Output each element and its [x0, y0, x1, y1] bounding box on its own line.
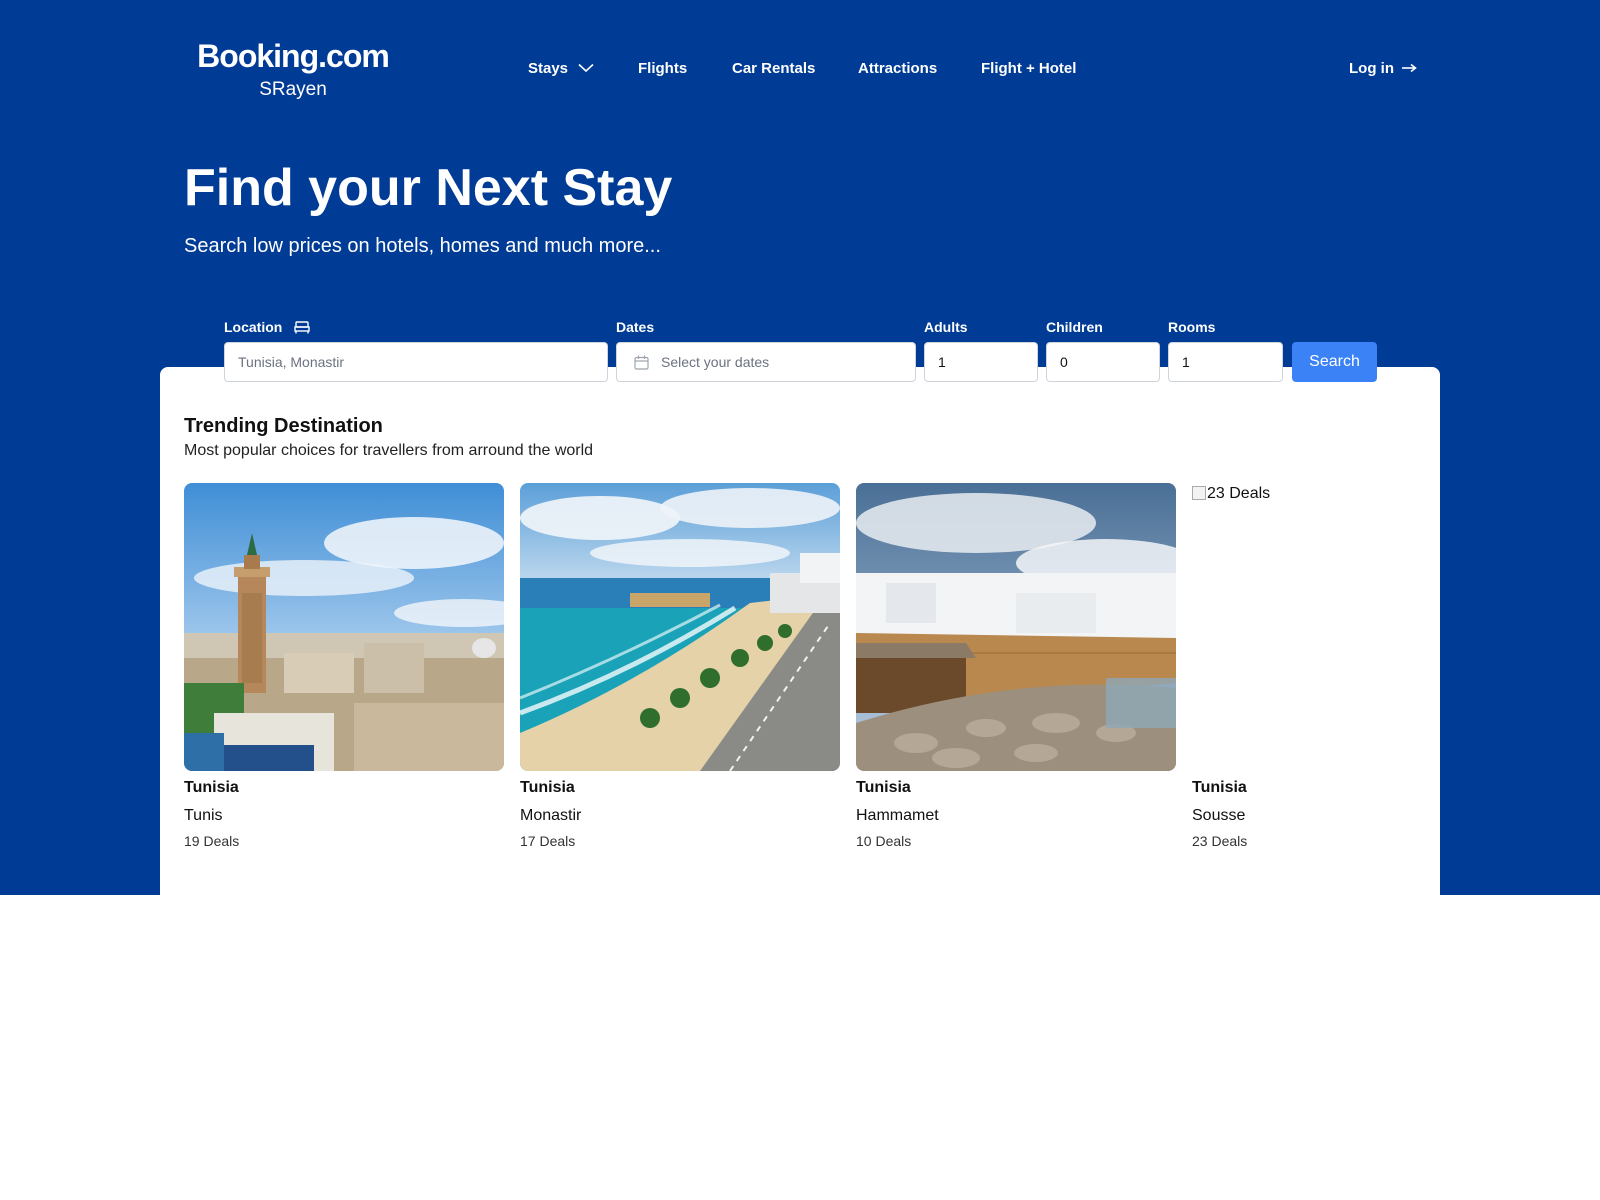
destination-image-hammamet[interactable] — [856, 483, 1176, 771]
nav-car-rentals[interactable]: Car Rentals — [732, 58, 815, 80]
image-alt-text: 23 Deals — [1207, 485, 1271, 502]
adults-label: Adults — [924, 319, 968, 335]
nav-flights[interactable]: Flights — [638, 58, 687, 80]
destination-country: Tunisia — [520, 779, 575, 796]
adults-input[interactable] — [924, 342, 1038, 382]
login-label: Log in — [1349, 60, 1394, 77]
location-label-text: Location — [224, 319, 283, 335]
destination-deals: 23 Deals — [1192, 833, 1248, 849]
children-input[interactable] — [1046, 342, 1160, 382]
chevron-down-icon — [578, 63, 594, 72]
destination-country: Tunisia — [1192, 779, 1247, 796]
destination-deals: 17 Deals — [520, 833, 576, 849]
nav-attractions[interactable]: Attractions — [858, 58, 937, 80]
arrow-right-icon — [1401, 58, 1417, 80]
nav-stays-label: Stays — [528, 60, 569, 77]
dates-input[interactable]: Select your dates — [616, 342, 916, 382]
brand-subtitle: SRayen — [259, 79, 327, 100]
broken-image-alt: 23 Deals — [1192, 485, 1270, 503]
destination-deals: 10 Deals — [856, 833, 912, 849]
hero-subtitle: Search low prices on hotels, homes and m… — [184, 235, 661, 257]
destination-country: Tunisia — [856, 779, 911, 796]
destination-image-tunis[interactable] — [184, 483, 504, 771]
destination-card-hammamet[interactable]: Tunisia Hammamet 10 Deals — [856, 483, 1176, 850]
trending-subtitle: Most popular choices for travellers from… — [184, 442, 594, 459]
destination-country: Tunisia — [184, 779, 239, 796]
trending-title: Trending Destination — [184, 415, 383, 437]
broken-image-icon — [1192, 486, 1206, 500]
dates-placeholder: Select your dates — [661, 354, 770, 370]
nav-stays[interactable]: Stays — [528, 58, 594, 80]
nav-flight-hotel[interactable]: Flight + Hotel — [981, 58, 1076, 80]
destination-city: Tunis — [184, 807, 223, 824]
destination-card-tunis[interactable]: Tunisia Tunis 19 Deals — [184, 483, 504, 850]
login-link[interactable]: Log in — [1349, 58, 1417, 80]
calendar-icon — [634, 355, 649, 370]
destination-city: Monastir — [520, 807, 582, 824]
destination-card-monastir[interactable]: Tunisia Monastir 17 Deals — [520, 483, 840, 850]
destination-city: Hammamet — [856, 807, 939, 824]
brand[interactable]: Booking.com SRayen — [196, 36, 390, 102]
location-label: Location — [224, 318, 310, 336]
rooms-input[interactable] — [1168, 342, 1283, 382]
location-input[interactable] — [224, 342, 608, 382]
children-label: Children — [1046, 319, 1103, 335]
destination-deals: 19 Deals — [184, 833, 240, 849]
destination-image-monastir[interactable] — [520, 483, 840, 771]
rooms-label: Rooms — [1168, 319, 1216, 335]
destination-image-sousse[interactable]: 23 Deals — [1192, 483, 1412, 771]
bed-icon — [294, 321, 310, 334]
search-button[interactable]: Search — [1292, 342, 1377, 382]
destination-city: Sousse — [1192, 807, 1246, 824]
brand-logo[interactable]: Booking.com — [196, 36, 390, 76]
destination-card-sousse[interactable]: 23 Deals Tunisia Sousse 23 Deals — [1192, 483, 1412, 850]
dates-label: Dates — [616, 319, 655, 335]
hero-title: Find your Next Stay — [184, 159, 673, 217]
